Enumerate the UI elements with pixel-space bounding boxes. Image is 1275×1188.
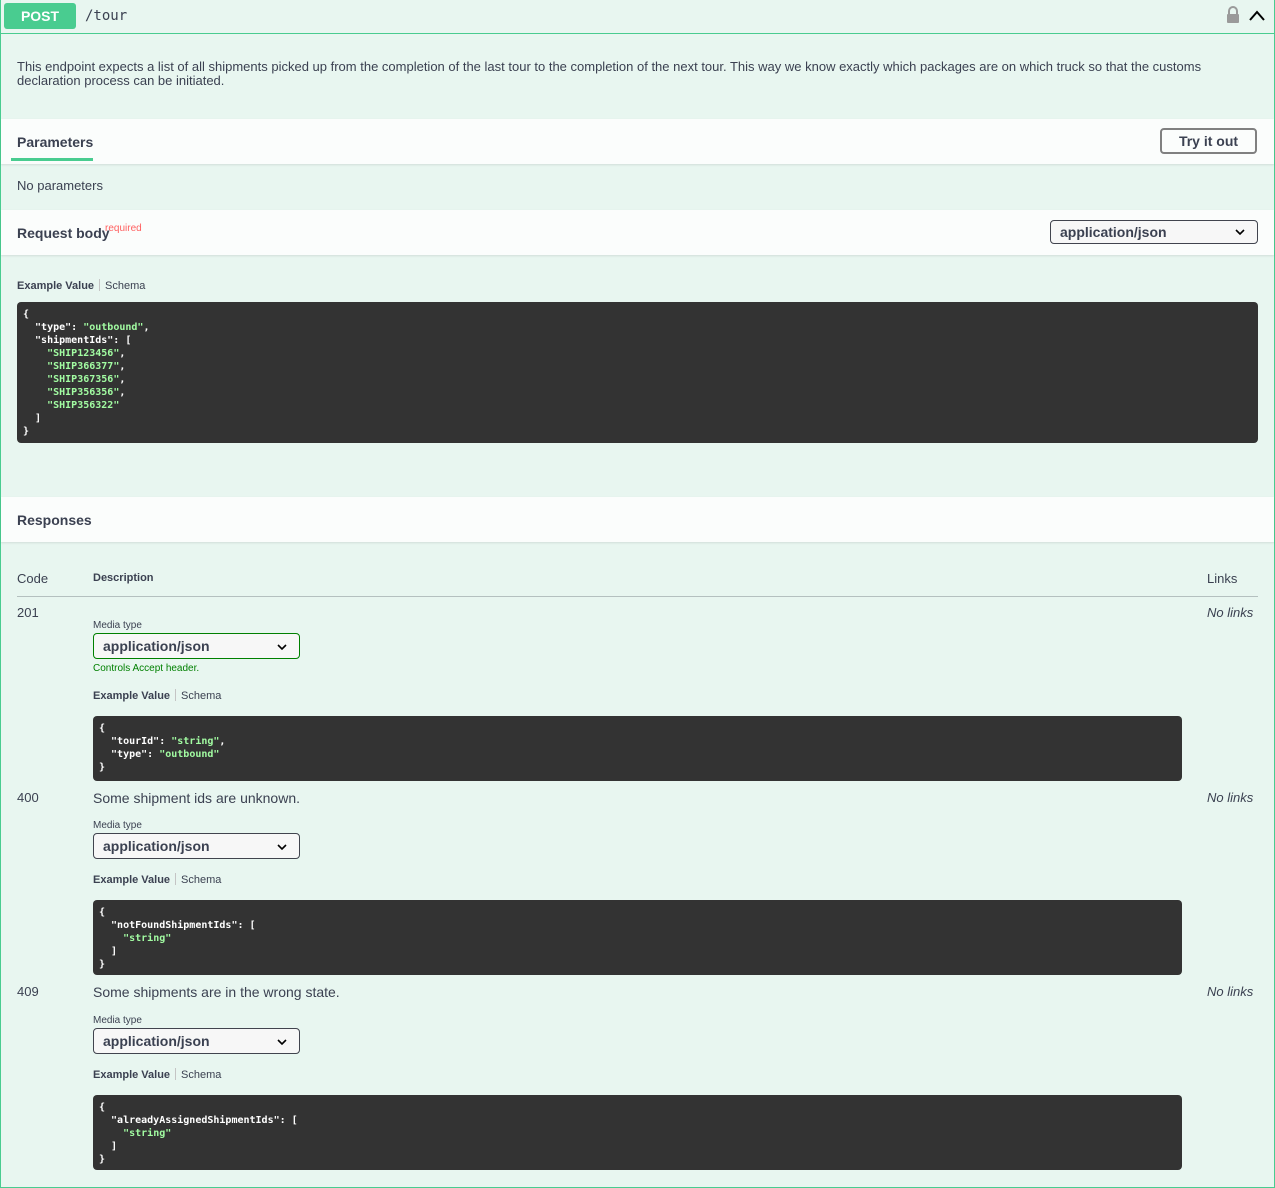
response-description-400: Some shipment ids are unknown. <box>93 790 300 806</box>
responses-title: Responses <box>17 512 92 528</box>
tab-divider <box>99 279 101 291</box>
media-type-label: Media type <box>93 820 142 831</box>
tab-parameters[interactable]: Parameters <box>17 134 93 150</box>
request-example-code: { "type": "outbound", "shipmentIds": [ "… <box>17 302 1258 443</box>
tab-divider <box>175 873 177 885</box>
chevron-up-icon[interactable] <box>1247 6 1267 26</box>
chevron-down-icon <box>277 644 287 651</box>
response-example-code-201: { "tourId": "string", "type": "outbound"… <box>93 716 1182 781</box>
try-it-out-button[interactable]: Try it out <box>1160 128 1257 154</box>
controls-accept-note: Controls Accept header. <box>93 663 200 674</box>
parameters-header: Parameters Try it out <box>1 119 1274 164</box>
response-description-409: Some shipments are in the wrong state. <box>93 984 340 1000</box>
tab-example-value[interactable]: Example Value <box>17 280 94 292</box>
chevron-down-icon <box>277 844 287 851</box>
response-media-value-400: application/json <box>103 838 210 854</box>
tab-divider <box>175 1068 177 1080</box>
media-type-label: Media type <box>93 1015 142 1026</box>
tab-example-value[interactable]: Example Value <box>93 1069 170 1081</box>
request-content-type-value: application/json <box>1060 224 1167 240</box>
opblock-post-tour: POST /tour This endpoint expects a list … <box>0 0 1275 1188</box>
response-example-tabs-400: Example Value Schema <box>93 873 221 886</box>
tab-example-value[interactable]: Example Value <box>93 690 170 702</box>
tab-schema[interactable]: Schema <box>181 874 221 886</box>
method-badge: POST <box>4 3 76 29</box>
request-body-title: Request body <box>17 225 110 241</box>
response-example-code-409: { "alreadyAssignedShipmentIds": [ "strin… <box>93 1095 1182 1170</box>
table-divider <box>17 596 1258 597</box>
response-media-value-201: application/json <box>103 638 210 654</box>
response-code-409: 409 <box>17 984 39 999</box>
chevron-down-icon <box>1235 229 1245 236</box>
request-example-tabs: Example Value Schema <box>17 279 145 292</box>
tab-schema[interactable]: Schema <box>105 280 145 292</box>
opblock-summary[interactable]: POST /tour <box>1 0 1274 34</box>
tab-divider <box>175 689 177 701</box>
response-links-400: No links <box>1207 790 1254 805</box>
response-code-400: 400 <box>17 790 39 805</box>
media-type-label: Media type <box>93 620 142 631</box>
lock-icon[interactable] <box>1225 6 1241 24</box>
responses-header: Responses <box>1 497 1274 542</box>
tab-schema[interactable]: Schema <box>181 690 221 702</box>
response-example-tabs-409: Example Value Schema <box>93 1068 221 1081</box>
response-media-select-400[interactable]: application/json <box>93 833 300 859</box>
response-links-201: No links <box>1207 605 1254 620</box>
col-header-code: Code <box>17 571 49 586</box>
col-header-description: Description <box>93 572 154 584</box>
required-badge: required <box>105 223 142 234</box>
request-content-type-select[interactable]: application/json <box>1050 220 1258 244</box>
tab-example-value[interactable]: Example Value <box>93 874 170 886</box>
tab-schema[interactable]: Schema <box>181 1069 221 1081</box>
response-media-select-201[interactable]: application/json <box>93 633 300 659</box>
response-example-code-400: { "notFoundShipmentIds": [ "string" ] } <box>93 900 1182 975</box>
no-parameters-text: No parameters <box>17 178 103 193</box>
response-media-value-409: application/json <box>103 1033 210 1049</box>
endpoint-description: This endpoint expects a list of all ship… <box>17 59 1202 88</box>
request-body-header: Request body required application/json <box>1 210 1274 255</box>
response-example-tabs-201: Example Value Schema <box>93 689 221 702</box>
endpoint-path: /tour <box>85 8 128 24</box>
response-media-select-409[interactable]: application/json <box>93 1028 300 1054</box>
tab-underline <box>11 158 93 161</box>
response-links-409: No links <box>1207 984 1254 999</box>
col-header-links: Links <box>1207 571 1238 586</box>
chevron-down-icon <box>277 1039 287 1046</box>
response-code-201: 201 <box>17 605 39 620</box>
